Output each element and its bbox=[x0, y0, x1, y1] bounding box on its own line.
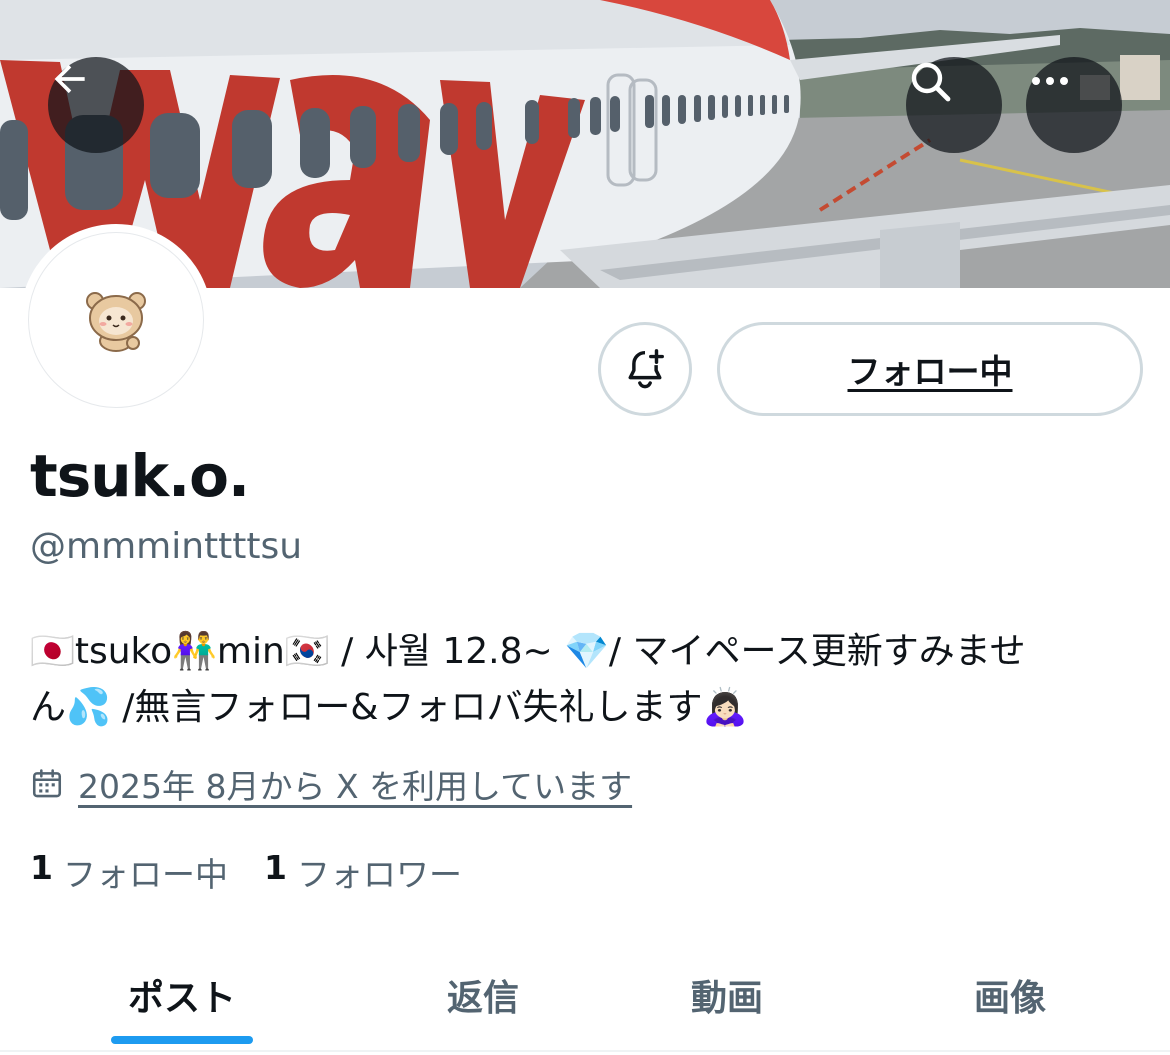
followers-count: 1 bbox=[263, 848, 287, 887]
followers-label: フォロワー bbox=[296, 855, 462, 894]
following-stat[interactable]: 1 フォロー中 bbox=[30, 848, 228, 896]
follow-stats: 1 フォロー中 1 フォロワー bbox=[30, 848, 462, 896]
tab-images[interactable]: 画像 bbox=[890, 940, 1130, 1050]
arrow-left-icon bbox=[54, 64, 85, 94]
bear-avatar-icon bbox=[86, 292, 146, 352]
search-button[interactable] bbox=[906, 57, 1002, 153]
avatar[interactable] bbox=[28, 232, 204, 408]
more-button[interactable] bbox=[1026, 57, 1122, 153]
notification-subscribe-button[interactable] bbox=[598, 322, 692, 416]
join-date-label[interactable]: 2025年 8月から X を利用しています bbox=[78, 760, 632, 808]
back-button[interactable] bbox=[48, 57, 144, 153]
following-count: 1 bbox=[30, 848, 53, 887]
avatar-container[interactable] bbox=[20, 224, 212, 416]
user-handle: @mmminttttsu bbox=[30, 526, 303, 567]
bio-line-1: 🇯🇵tsuko👫min🇰🇷 / 사월 12.8~ 💎/ マイペース更新すみませ bbox=[30, 631, 1026, 672]
join-date[interactable]: 2025年 8月から X を利用しています bbox=[30, 762, 632, 806]
active-tab-indicator bbox=[111, 1036, 253, 1044]
bell-plus-icon bbox=[628, 349, 664, 389]
ellipsis-icon bbox=[1032, 77, 1068, 85]
search-icon bbox=[911, 62, 951, 102]
following-label: フォロー中 bbox=[62, 855, 228, 894]
profile-screen: フォロー中 tsuk.o. @mmminttttsu 🇯🇵tsuko👫min🇰🇷… bbox=[0, 0, 1170, 1055]
tab-videos[interactable]: 動画 bbox=[607, 940, 847, 1050]
tab-replies[interactable]: 返信 bbox=[363, 940, 603, 1050]
profile-bio: 🇯🇵tsuko👫min🇰🇷 / 사월 12.8~ 💎/ マイペース更新すみませ … bbox=[30, 624, 1150, 736]
calendar-icon bbox=[32, 769, 62, 798]
bio-line-2: ん💦 /無言フォロー&フォロバ失礼します🙇🏻‍♀️ bbox=[30, 687, 748, 728]
followers-stat[interactable]: 1 フォロワー bbox=[264, 848, 462, 896]
display-name: tsuk.o. bbox=[30, 442, 250, 510]
following-button[interactable]: フォロー中 bbox=[717, 322, 1143, 416]
following-button-label: フォロー中 bbox=[847, 352, 1013, 391]
tab-posts[interactable]: ポスト bbox=[62, 940, 302, 1050]
